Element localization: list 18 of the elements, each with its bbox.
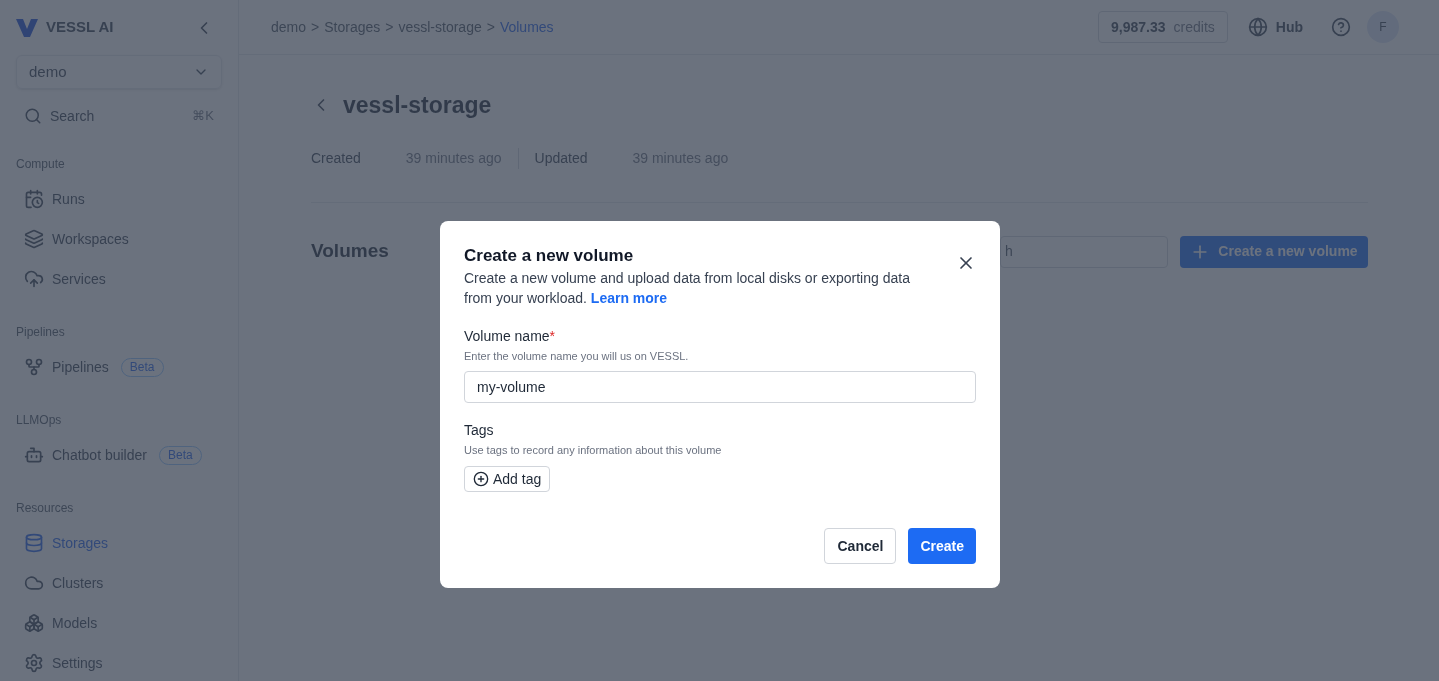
- breadcrumb-separator: >: [486, 17, 495, 37]
- section-title: Volumes: [311, 239, 389, 264]
- field-hint: Enter the volume name you will us on VESSL.: [464, 349, 690, 364]
- breadcrumb-separator: >: [385, 17, 394, 37]
- field-hint: Use tags to record any information about this volume: [464, 442, 723, 458]
- add-tag-button[interactable]: Add tag: [464, 466, 551, 492]
- field-label: Volume name*: [464, 327, 557, 346]
- breadcrumb-separator: >: [311, 17, 320, 37]
- plus-circle-icon: [473, 471, 489, 487]
- required-mark: *: [549, 328, 556, 344]
- volume-name-input[interactable]: my-volume: [464, 370, 976, 403]
- create-button[interactable]: Create: [908, 528, 976, 564]
- learn-more-link[interactable]: Learn more: [590, 290, 668, 306]
- dialog-title: Create a new volume: [464, 245, 635, 267]
- field-label: Tags: [464, 420, 495, 440]
- dialog-description: Create a new volume and upload data from local disks or exporting data from your workload. Learn more: [464, 269, 911, 308]
- cancel-button[interactable]: Cancel: [824, 528, 897, 564]
- page-title: vessl-storage: [343, 91, 492, 120]
